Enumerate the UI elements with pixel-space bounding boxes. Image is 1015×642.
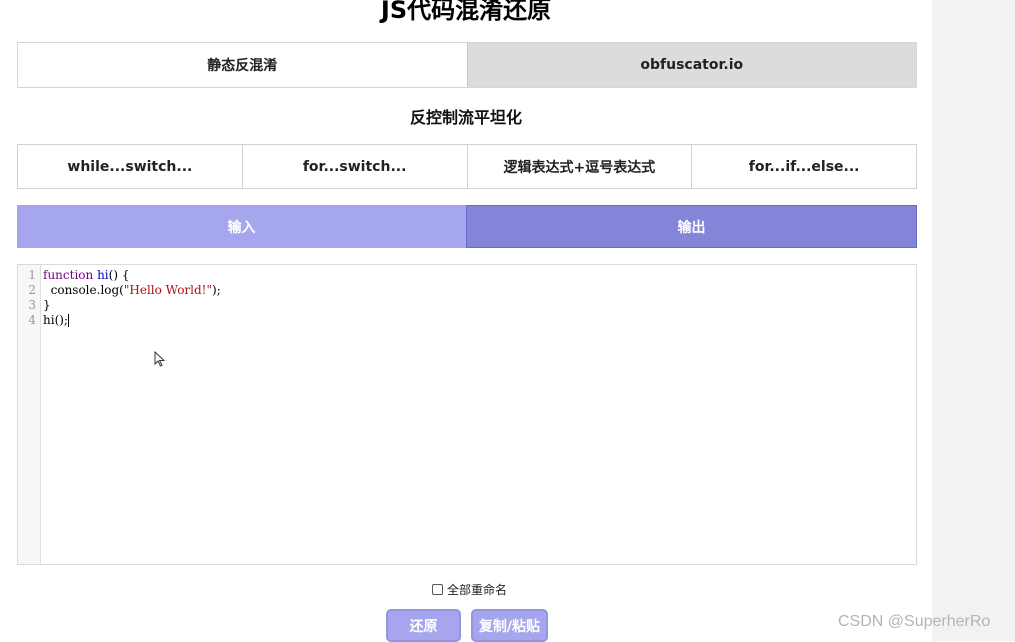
code-function-name: hi: [97, 268, 109, 282]
code-line: }: [43, 298, 221, 313]
main-panel: JS代码混淆还原 静态反混淆 obfuscator.io 反控制流平坦化 whi…: [0, 0, 932, 642]
code-keyword: function: [43, 268, 94, 282]
io-tabs: 输入 输出: [17, 205, 917, 248]
code-line: hi();: [43, 313, 221, 328]
code-text: );: [212, 283, 221, 297]
tab-static-deobfuscate[interactable]: 静态反混淆: [18, 43, 467, 87]
code-text: console.log(: [43, 283, 124, 297]
line-number: 2: [28, 283, 36, 297]
line-number: 4: [28, 313, 36, 327]
code-line: console.log("Hello World!");: [43, 283, 221, 298]
tab-for-switch[interactable]: for...switch...: [242, 145, 468, 188]
code-text: }: [43, 298, 51, 312]
copy-paste-button[interactable]: 复制/粘贴: [471, 609, 548, 642]
tab-logical-comma-expression[interactable]: 逻辑表达式+逗号表达式: [467, 145, 693, 188]
page-title: JS代码混淆还原: [380, 0, 552, 24]
page-side-background: [932, 0, 1015, 641]
mode-tabs: 静态反混淆 obfuscator.io: [17, 42, 917, 88]
line-number: 3: [28, 298, 36, 312]
code-line: function hi() {: [43, 268, 221, 283]
control-flow-tabs: while...switch... for...switch... 逻辑表达式+…: [17, 144, 917, 189]
line-number-gutter: 1 2 3 4: [18, 265, 41, 564]
tab-while-switch[interactable]: while...switch...: [18, 145, 243, 188]
section-title: 反控制流平坦化: [409, 108, 522, 127]
watermark: CSDN @SuperherRo: [838, 613, 991, 630]
mouse-pointer-icon: [154, 350, 166, 371]
tab-output[interactable]: 输出: [466, 205, 917, 248]
rename-all-checkbox[interactable]: [432, 584, 443, 595]
tab-for-if-else[interactable]: for...if...else...: [692, 145, 916, 188]
code-content[interactable]: function hi() { console.log("Hello World…: [43, 268, 221, 328]
code-string: "Hello World!": [123, 283, 213, 297]
rename-all-option[interactable]: 全部重命名: [432, 581, 507, 598]
text-cursor: [67, 314, 69, 327]
rename-all-label: 全部重命名: [447, 583, 508, 597]
restore-button[interactable]: 还原: [386, 609, 461, 642]
line-number: 1: [28, 268, 36, 282]
tab-input[interactable]: 输入: [17, 205, 466, 248]
tab-obfuscator-io[interactable]: obfuscator.io: [466, 43, 916, 87]
code-text: () {: [108, 268, 130, 282]
code-text: hi();: [43, 313, 68, 327]
code-editor[interactable]: 1 2 3 4 function hi() { console.log("Hel…: [17, 264, 917, 565]
